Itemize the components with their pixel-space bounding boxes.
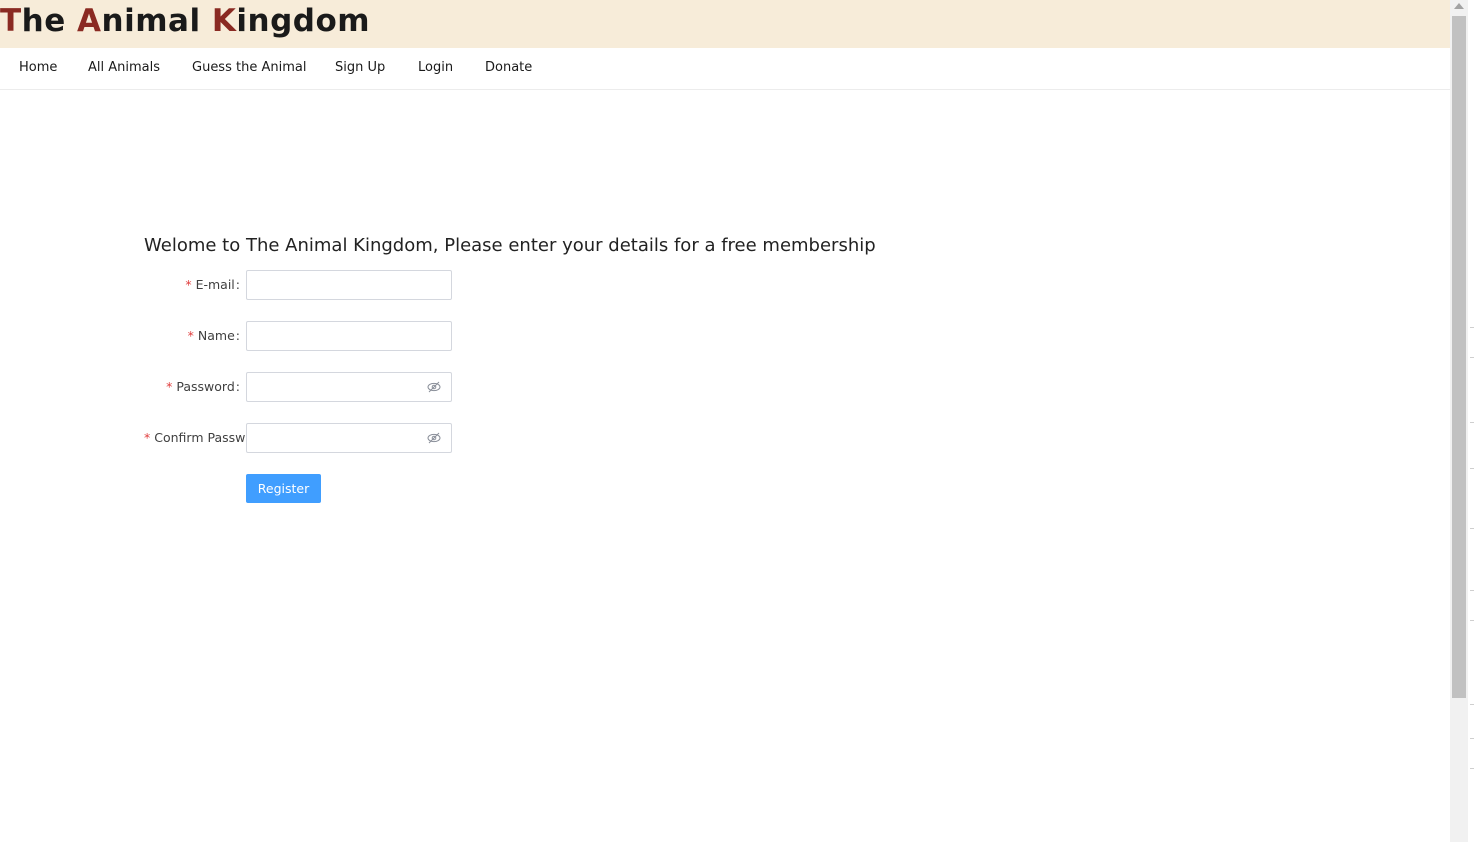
password-input[interactable] — [247, 373, 437, 401]
window-edge — [1468, 0, 1474, 842]
edge-divider — [1470, 528, 1474, 529]
nav-item-login[interactable]: Login — [418, 60, 453, 75]
site-title-part: A — [77, 3, 102, 39]
site-header: The Animal Kingdom — [0, 0, 1450, 48]
required-marker: * — [187, 328, 194, 343]
nav-item-home[interactable]: Home — [19, 60, 57, 75]
edge-divider — [1470, 704, 1474, 705]
password-field[interactable] — [246, 372, 452, 402]
site-title-part: K — [211, 3, 237, 39]
required-marker: * — [144, 430, 151, 445]
email-input[interactable] — [247, 271, 437, 299]
scroll-up-arrow-icon[interactable] — [1454, 3, 1464, 9]
confirm-password-row: *Confirm Password: — [144, 423, 544, 453]
edge-divider — [1470, 357, 1474, 358]
page: The Animal Kingdom Home All Animals Gues… — [0, 0, 1450, 842]
scrollbar-thumb[interactable] — [1452, 16, 1466, 698]
form-title: Welome to The Animal Kingdom, Please ent… — [144, 235, 876, 256]
site-title-part: he — [21, 3, 78, 39]
site-title-part: T — [0, 3, 22, 39]
label-colon: : — [235, 379, 240, 394]
nav-item-donate[interactable]: Donate — [485, 60, 532, 75]
site-title[interactable]: The Animal Kingdom — [0, 3, 370, 39]
nav-item-all-animals[interactable]: All Animals — [88, 60, 160, 75]
site-title-part: nimal — [101, 3, 212, 39]
email-label: * E-mail: — [144, 270, 246, 300]
label-colon: : — [235, 277, 240, 292]
vertical-scrollbar[interactable] — [1450, 0, 1468, 842]
main-nav: Home All Animals Guess the Animal Sign U… — [0, 48, 1450, 90]
password-label-text: Password — [176, 379, 235, 394]
confirm-password-label: *Confirm Password: — [144, 423, 246, 453]
label-colon: : — [235, 328, 240, 343]
eye-off-icon[interactable] — [427, 432, 441, 444]
confirm-password-field[interactable] — [246, 423, 452, 453]
required-marker: * — [185, 277, 192, 292]
edge-divider — [1470, 768, 1474, 769]
password-label: * Password: — [144, 372, 246, 402]
email-label-text: E-mail — [195, 277, 235, 292]
edge-divider — [1470, 468, 1474, 469]
edge-divider — [1470, 327, 1474, 328]
name-field[interactable] — [246, 321, 452, 351]
site-title-part: ingdom — [236, 3, 371, 39]
edge-divider — [1470, 620, 1474, 621]
email-field[interactable] — [246, 270, 452, 300]
nav-item-guess-the-animal[interactable]: Guess the Animal — [192, 60, 306, 75]
register-button[interactable]: Register — [246, 474, 321, 503]
edge-divider — [1470, 738, 1474, 739]
eye-off-icon[interactable] — [427, 381, 441, 393]
password-row: * Password: — [144, 372, 544, 402]
email-row: * E-mail: — [144, 270, 544, 300]
edge-divider — [1470, 590, 1474, 591]
nav-item-sign-up[interactable]: Sign Up — [335, 60, 385, 75]
edge-divider — [1470, 422, 1474, 423]
name-label: * Name: — [144, 321, 246, 351]
required-marker: * — [166, 379, 173, 394]
name-row: * Name: — [144, 321, 544, 351]
confirm-password-label-text: Confirm Password — [154, 430, 246, 445]
name-label-text: Name — [197, 328, 235, 343]
name-input[interactable] — [247, 322, 437, 350]
confirm-password-input[interactable] — [247, 424, 437, 452]
